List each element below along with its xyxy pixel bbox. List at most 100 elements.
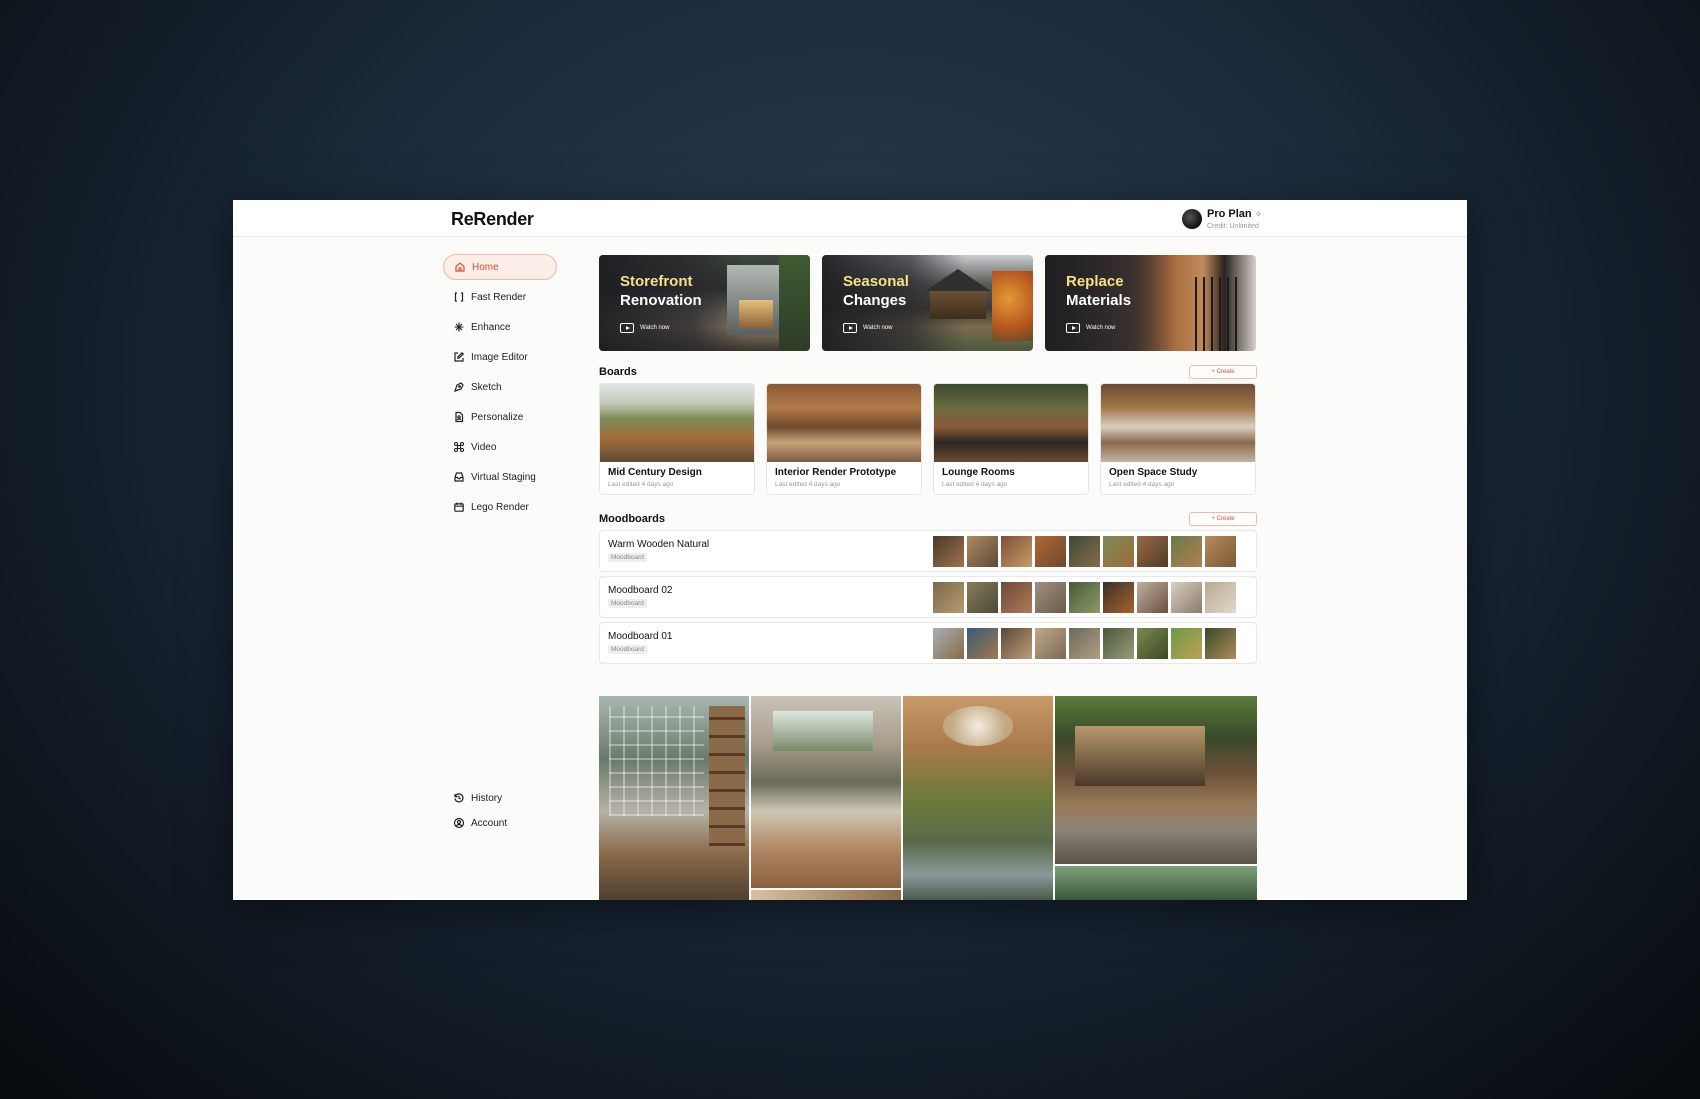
sidebar-item-image-editor[interactable]: Image Editor [443, 344, 557, 370]
board-thumbnail [1101, 384, 1255, 462]
moodboards-heading: Moodboards [599, 513, 665, 525]
sidebar-item-label: Personalize [471, 411, 524, 423]
pen-tool-icon [453, 381, 465, 393]
app-window: ReRender Pro Plan ✧ Credit: Unlimited Ho… [233, 200, 1467, 900]
sidebar-item-home[interactable]: Home [443, 254, 557, 280]
hero-title-line2: Renovation [620, 292, 702, 309]
sidebar-item-label: Lego Render [471, 501, 529, 513]
board-thumbnail [934, 384, 1088, 462]
board-card[interactable]: Interior Render Prototype Last edited 4 … [766, 383, 922, 495]
board-last-edited: Last edited 4 days ago [608, 481, 674, 488]
moodboard-row[interactable]: Moodboard 01 Moodboard [599, 622, 1257, 664]
hero-title-line2: Materials [1066, 292, 1132, 309]
board-name: Mid Century Design [608, 467, 702, 478]
account-plan[interactable]: Pro Plan ✧ Credit: Unlimited [1182, 207, 1262, 231]
calendar-icon [453, 501, 465, 513]
gallery-image[interactable] [1055, 696, 1257, 864]
board-name: Lounge Rooms [942, 467, 1015, 478]
avatar[interactable] [1182, 209, 1202, 229]
sidebar-item-label: Sketch [471, 381, 502, 393]
edit-icon [453, 351, 465, 363]
brackets-icon [453, 291, 465, 303]
moodboard-tag: Moodboard [608, 599, 647, 608]
sidebar-item-label: Home [472, 261, 499, 273]
history-icon [453, 792, 465, 804]
tutorial-cards: Storefront Renovation Watch now Seasonal C… [599, 255, 1257, 351]
moodboard-thumbnails [933, 628, 1236, 659]
tutorial-card-seasonal[interactable]: Seasonal Changes Watch now [822, 255, 1033, 351]
play-icon [843, 323, 857, 333]
watch-now-label: Watch now [863, 325, 893, 331]
moodboard-name: Warm Wooden Natural [608, 539, 710, 550]
board-last-edited: Last edited 4 days ago [942, 481, 1008, 488]
board-name: Interior Render Prototype [775, 467, 897, 478]
gallery-image[interactable] [903, 696, 1053, 900]
board-card[interactable]: Mid Century Design Last edited 4 days ag… [599, 383, 755, 495]
person-doc-icon [453, 411, 465, 423]
hero-title-line1: Storefront [620, 273, 693, 290]
sidebar-item-enhance[interactable]: Enhance [443, 314, 557, 340]
play-icon [620, 323, 634, 333]
moodboard-thumbnails [933, 582, 1236, 613]
gallery-image[interactable] [599, 696, 749, 900]
inbox-icon [453, 471, 465, 483]
home-icon [454, 261, 466, 273]
sidebar-item-label: Fast Render [471, 291, 527, 303]
sidebar: Home Fast Render Enhance Image Editor Sk… [443, 254, 559, 894]
board-thumbnail [767, 384, 921, 462]
top-bar: ReRender Pro Plan ✧ Credit: Unlimited [233, 200, 1467, 237]
sparkle-icon [453, 321, 465, 333]
create-board-button[interactable]: + Create [1189, 365, 1257, 379]
watch-now-link[interactable]: Watch now [1066, 323, 1115, 333]
boards-heading: Boards [599, 366, 637, 378]
board-card[interactable]: Lounge Rooms Last edited 4 days ago [933, 383, 1089, 495]
moodboard-tag: Moodboard [608, 645, 647, 654]
sidebar-item-label: History [471, 792, 503, 804]
watch-now-link[interactable]: Watch now [843, 323, 892, 333]
command-icon [453, 441, 465, 453]
gallery-image[interactable] [1055, 866, 1257, 900]
sidebar-item-personalize[interactable]: Personalize [443, 404, 557, 430]
board-last-edited: Last edited 4 days ago [775, 481, 841, 488]
sidebar-item-virtual-staging[interactable]: Virtual Staging [443, 464, 557, 490]
sidebar-item-fast-render[interactable]: Fast Render [443, 284, 557, 310]
sidebar-item-history[interactable]: History [443, 785, 557, 811]
sidebar-item-label: Virtual Staging [471, 471, 536, 483]
credit-label: Credit: Unlimited [1207, 222, 1259, 230]
sidebar-item-lego-render[interactable]: Lego Render [443, 494, 557, 520]
create-moodboard-button[interactable]: + Create [1189, 512, 1257, 526]
watch-now-label: Watch now [1086, 325, 1116, 331]
user-circle-icon [453, 817, 465, 829]
hero-title-line1: Replace [1066, 273, 1124, 290]
sidebar-item-label: Enhance [471, 321, 511, 333]
watch-now-label: Watch now [640, 325, 670, 331]
moodboard-name: Moodboard 02 [608, 585, 673, 596]
watch-now-link[interactable]: Watch now [620, 323, 669, 333]
hero-title-line2: Changes [843, 292, 907, 309]
inspiration-gallery [599, 696, 1257, 900]
sidebar-item-video[interactable]: Video [443, 434, 557, 460]
board-card[interactable]: Open Space Study Last edited 4 days ago [1100, 383, 1256, 495]
gallery-image[interactable] [751, 696, 901, 888]
moodboard-thumbnails [933, 536, 1236, 567]
app-logo[interactable]: ReRender [451, 209, 534, 230]
hero-title-line1: Seasonal [843, 273, 909, 290]
sidebar-item-label: Video [471, 441, 497, 453]
play-icon [1066, 323, 1080, 333]
sidebar-item-label: Account [471, 817, 508, 829]
board-thumbnail [600, 384, 754, 462]
plan-name: Pro Plan [1207, 207, 1252, 220]
board-name: Open Space Study [1109, 467, 1198, 478]
gallery-image[interactable] [751, 890, 901, 900]
moodboard-row[interactable]: Moodboard 02 Moodboard [599, 576, 1257, 618]
moodboard-tag: Moodboard [608, 553, 647, 562]
tutorial-card-materials[interactable]: Replace Materials Watch now [1045, 255, 1256, 351]
moodboard-row[interactable]: Warm Wooden Natural Moodboard [599, 530, 1257, 572]
moodboard-name: Moodboard 01 [608, 631, 673, 642]
board-last-edited: Last edited 4 days ago [1109, 481, 1175, 488]
sidebar-item-account[interactable]: Account [443, 810, 557, 836]
sidebar-item-label: Image Editor [471, 351, 528, 363]
tutorial-card-storefront[interactable]: Storefront Renovation Watch now [599, 255, 810, 351]
sparkle-icon: ✧ [1254, 208, 1263, 219]
sidebar-item-sketch[interactable]: Sketch [443, 374, 557, 400]
